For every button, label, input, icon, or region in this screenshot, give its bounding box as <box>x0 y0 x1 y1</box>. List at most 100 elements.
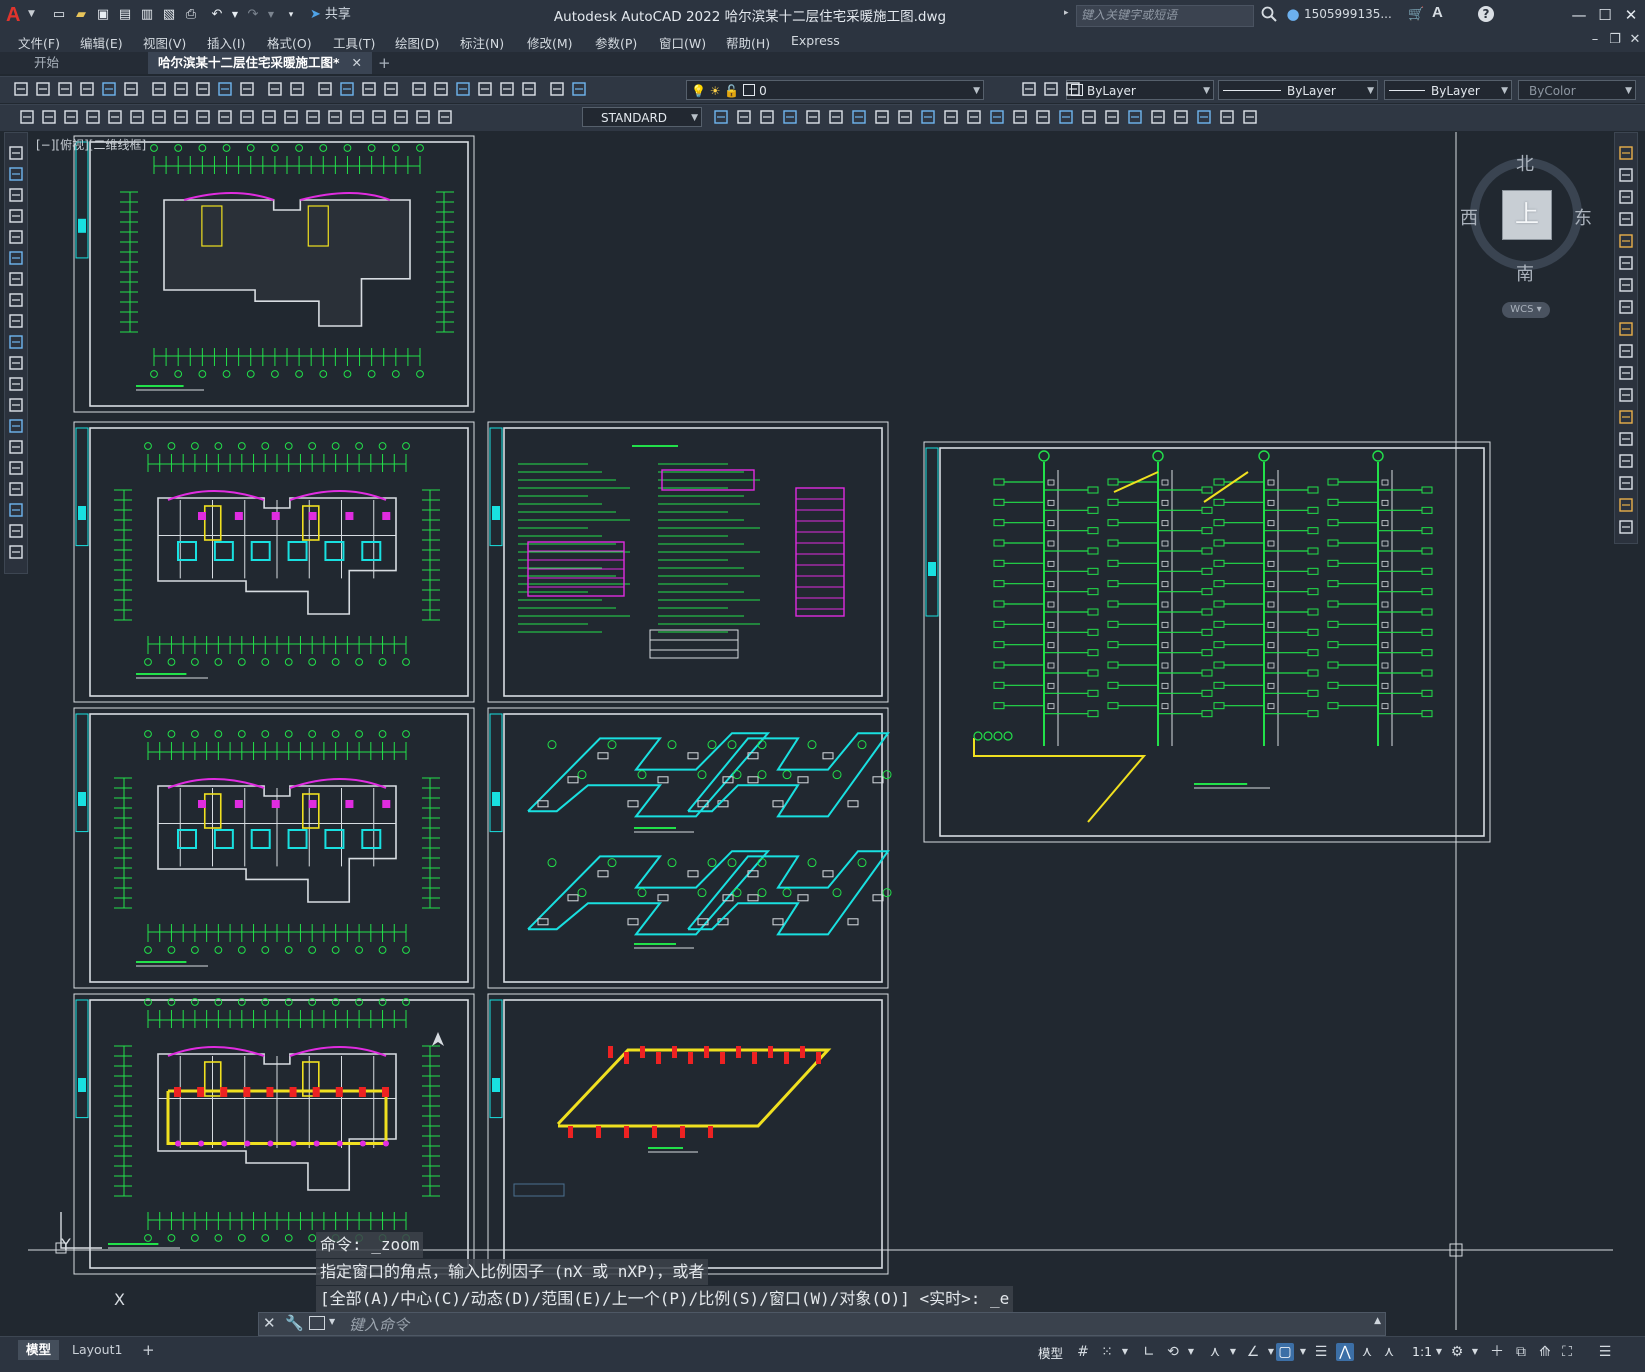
scale-object-icon[interactable] <box>1617 298 1635 316</box>
properties-icon[interactable] <box>410 80 428 98</box>
doc-minimize-icon[interactable]: – <box>1586 31 1604 49</box>
fillet-icon[interactable] <box>1057 108 1075 126</box>
fillet-object-icon[interactable] <box>1617 474 1635 492</box>
new-icon[interactable] <box>12 80 30 98</box>
linetype-dropdown[interactable]: ByLayer ▼ <box>1218 80 1378 100</box>
linear-dim-icon[interactable] <box>18 108 36 126</box>
mirror-icon[interactable] <box>1034 108 1052 126</box>
doc-restore-icon[interactable]: ❐ <box>1606 31 1624 49</box>
viewport-controls[interactable]: [−][俯视][二维线框] <box>36 136 146 153</box>
search-box[interactable] <box>1076 5 1254 27</box>
model-space-toggle[interactable]: 模型 <box>1038 1343 1063 1362</box>
add-selected-icon[interactable] <box>7 543 25 561</box>
join-object-icon[interactable] <box>1617 430 1635 448</box>
search-icon[interactable] <box>1260 5 1278 23</box>
ordinate-icon[interactable] <box>84 108 102 126</box>
trim-icon[interactable] <box>1149 108 1167 126</box>
rotate-icon[interactable] <box>1241 108 1259 126</box>
menu-modify[interactable]: 修改(M) <box>527 33 573 52</box>
web-open-icon[interactable]: ▥ <box>138 6 156 24</box>
markup-icon[interactable] <box>498 80 516 98</box>
gradient-icon[interactable] <box>827 108 845 126</box>
stretch-object-icon[interactable] <box>1617 320 1635 338</box>
point-icon[interactable] <box>7 417 25 435</box>
isometric-drafting-icon[interactable]: ⋏ <box>1206 1343 1224 1361</box>
array-icon[interactable] <box>781 108 799 126</box>
plot-icon[interactable] <box>78 80 96 98</box>
tab-active-drawing[interactable]: 哈尔滨某十二层住宅采暖施工图* ✕ <box>148 52 373 74</box>
chamfer-icon[interactable] <box>1080 108 1098 126</box>
design-center-icon[interactable] <box>432 80 450 98</box>
group-icon[interactable] <box>919 108 937 126</box>
ellipse-arc-icon[interactable] <box>7 354 25 372</box>
zoom-realtime-icon[interactable] <box>338 80 356 98</box>
inspect-icon[interactable] <box>348 108 366 126</box>
gradient-icon[interactable] <box>7 459 25 477</box>
add-layout-button[interactable]: + <box>134 1340 163 1360</box>
scale-icon[interactable] <box>1218 108 1236 126</box>
menu-format[interactable]: 格式(O) <box>267 33 312 52</box>
explode-icon[interactable] <box>988 108 1006 126</box>
erase-icon[interactable] <box>1617 144 1635 162</box>
search-expand-icon[interactable]: ▸ <box>1064 8 1069 18</box>
insert-block-icon[interactable] <box>712 108 730 126</box>
array-object-icon[interactable] <box>1617 232 1635 250</box>
menu-edit[interactable]: 编辑(E) <box>80 33 123 52</box>
tab-layout1[interactable]: Layout1 <box>64 1340 130 1360</box>
color-dropdown[interactable]: ByLayer ▼ <box>1066 80 1214 100</box>
offset-object-icon[interactable] <box>1617 210 1635 228</box>
command-input[interactable] <box>347 1314 1251 1336</box>
new-file-icon[interactable]: ▭ <box>50 6 68 24</box>
radius-icon[interactable] <box>106 108 124 126</box>
copy-object-icon[interactable] <box>1617 166 1635 184</box>
menu-insert[interactable]: 插入(I) <box>207 33 245 52</box>
paste-icon[interactable] <box>194 80 212 98</box>
hatch-icon[interactable] <box>7 438 25 456</box>
command-close-icon[interactable]: ✕ <box>263 1314 276 1332</box>
break-object-icon[interactable] <box>1617 408 1635 426</box>
user-icon[interactable]: ● <box>1284 5 1302 23</box>
compass-west[interactable]: 西 <box>1460 204 1478 230</box>
plot-preview-icon[interactable] <box>100 80 118 98</box>
web-save-icon[interactable]: ▧ <box>160 6 178 24</box>
attribute-icon[interactable] <box>758 108 776 126</box>
pan-icon[interactable] <box>316 80 334 98</box>
hatch-icon[interactable] <box>804 108 822 126</box>
plotstyle-dropdown[interactable]: ByColor ▼ <box>1518 80 1636 100</box>
explode-object-icon[interactable] <box>1617 518 1635 536</box>
cart-icon[interactable]: 🛒 <box>1408 6 1424 24</box>
publish-icon[interactable] <box>122 80 140 98</box>
user-name[interactable]: 1505999135... <box>1304 7 1392 21</box>
share-button[interactable]: ➤ 共享 <box>310 6 351 24</box>
close-window-icon[interactable]: ✕ <box>1617 2 1645 28</box>
table-icon[interactable] <box>7 501 25 519</box>
line-icon[interactable] <box>7 144 25 162</box>
zoom-window-icon[interactable] <box>360 80 378 98</box>
isometric-dropdown-icon[interactable]: ▼ <box>1224 1343 1242 1361</box>
sheet-set-icon[interactable] <box>476 80 494 98</box>
ungroup-icon[interactable] <box>942 108 960 126</box>
autodesk-a360-icon[interactable]: A <box>1432 4 1448 24</box>
customize-status-bar-icon[interactable]: ☰ <box>1596 1343 1614 1361</box>
diameter-icon[interactable] <box>150 108 168 126</box>
snap-dropdown-icon[interactable]: ▼ <box>1116 1343 1134 1361</box>
stretch-icon[interactable] <box>1195 108 1213 126</box>
menu-parametric[interactable]: 参数(P) <box>595 33 637 52</box>
polyline-icon[interactable] <box>7 186 25 204</box>
layer-state-icon[interactable] <box>1020 80 1038 98</box>
quick-dim-icon[interactable] <box>194 108 212 126</box>
menu-draw[interactable]: 绘图(D) <box>395 33 439 52</box>
layer-properties-icon[interactable] <box>570 80 588 98</box>
angular-icon[interactable] <box>172 108 190 126</box>
help-icon[interactable]: ? <box>1478 6 1494 22</box>
break-icon[interactable] <box>1172 108 1190 126</box>
viewcube-top-face[interactable]: 上 <box>1502 190 1552 240</box>
dim-text-edit-icon[interactable] <box>414 108 432 126</box>
compass-east[interactable]: 东 <box>1574 204 1592 230</box>
recent-commands-chevron-icon[interactable]: ▼ <box>329 1317 335 1326</box>
new-tab-button[interactable]: + <box>368 52 401 74</box>
dim-update-icon[interactable] <box>436 108 454 126</box>
text-style-dropdown[interactable]: STANDARD ▼ <box>582 107 702 127</box>
make-block-icon[interactable] <box>7 396 25 414</box>
search-input[interactable] <box>1077 6 1253 24</box>
